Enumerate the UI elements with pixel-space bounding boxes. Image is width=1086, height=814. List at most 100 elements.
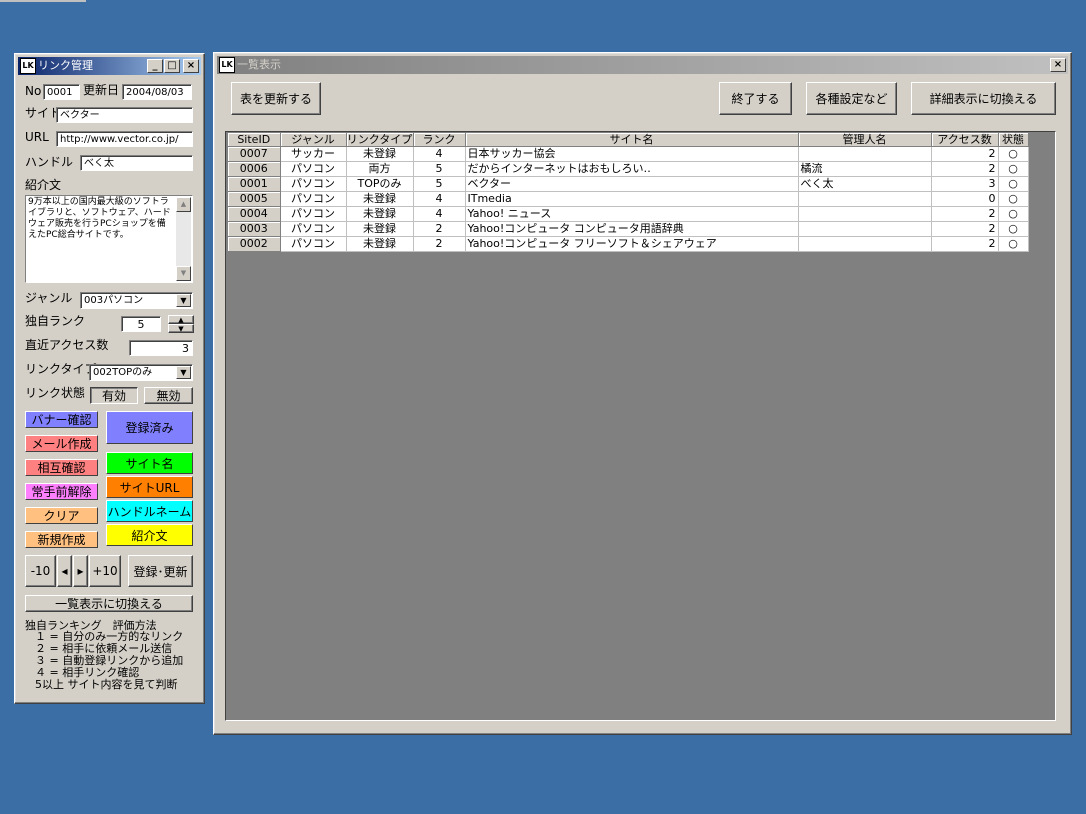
column-header[interactable]: リンクタイプ xyxy=(346,133,414,147)
status-label: リンク状態 xyxy=(25,386,86,400)
release-button[interactable]: 常手前解除 xyxy=(25,483,98,500)
column-header[interactable]: ジャンル xyxy=(280,133,347,147)
cell-name: Yahoo!コンピュータ コンピュータ用語辞典 xyxy=(465,221,799,237)
handle-label: ハンドル xyxy=(25,155,74,169)
minus10-button[interactable]: -10 xyxy=(25,555,56,587)
close-button[interactable]: × xyxy=(183,59,199,73)
column-header[interactable]: サイト名 xyxy=(465,133,799,147)
registered-button[interactable]: 登録済み xyxy=(106,411,193,444)
cell-state: ○ xyxy=(998,236,1029,252)
status-valid-button[interactable]: 有効 xyxy=(90,387,138,404)
genre-select[interactable]: 003パソコン ▼ xyxy=(80,292,193,309)
settings-button[interactable]: 各種設定など xyxy=(806,82,897,115)
column-header[interactable]: 管理人名 xyxy=(798,133,932,147)
link-manager-titlebar[interactable]: LK リンク管理 _ □ × xyxy=(18,57,201,75)
column-header[interactable]: アクセス数 xyxy=(931,133,999,147)
cell-type: 未登録 xyxy=(346,236,414,252)
table-row[interactable]: 0007 サッカー 未登録 4 日本サッカー協会 2 ○ xyxy=(228,146,1029,162)
cell-type: 未登録 xyxy=(346,206,414,222)
refresh-table-button[interactable]: 表を更新する xyxy=(231,82,321,115)
linktype-select[interactable]: 002TOPのみ ▼ xyxy=(89,364,193,381)
site-name-button[interactable]: サイト名 xyxy=(106,452,193,474)
ranking-line-5: 5以上 サイト内容を見て判断 xyxy=(35,678,178,691)
intro-button[interactable]: 紹介文 xyxy=(106,524,193,546)
mail-create-button[interactable]: メール作成 xyxy=(25,435,98,452)
mutual-check-button[interactable]: 相互確認 xyxy=(25,459,98,476)
cell-access: 2 xyxy=(931,206,999,222)
genre-value: 003パソコン xyxy=(84,295,144,306)
cell-admin xyxy=(798,236,932,252)
cell-access: 2 xyxy=(931,221,999,237)
cell-state: ○ xyxy=(998,161,1029,177)
next-button[interactable]: ▸ xyxy=(73,555,88,587)
prev-button[interactable]: ◂ xyxy=(57,555,72,587)
no-field[interactable]: 0001 xyxy=(43,84,80,100)
handle-field[interactable]: べく太 xyxy=(80,155,193,171)
scroll-down-icon[interactable]: ▼ xyxy=(176,266,191,281)
cell-id: 0004 xyxy=(228,206,281,222)
cell-rank: 4 xyxy=(413,191,466,207)
cell-id: 0002 xyxy=(228,236,281,252)
switch-list-button[interactable]: 一覧表示に切換える xyxy=(25,595,193,612)
table-row[interactable]: 0004 パソコン 未登録 4 Yahoo! ニュース 2 ○ xyxy=(228,206,1029,222)
access-label: 直近アクセス数 xyxy=(25,338,109,352)
intro-label: 紹介文 xyxy=(25,178,62,192)
table-row[interactable]: 0002 パソコン 未登録 2 Yahoo!コンピュータ フリーソフト＆シェアウェア 2 ○ xyxy=(228,236,1029,252)
cell-type: 未登録 xyxy=(346,191,414,207)
handle-name-button[interactable]: ハンドルネーム xyxy=(106,500,193,522)
rank-field[interactable]: 5 xyxy=(121,316,161,332)
genre-label: ジャンル xyxy=(25,291,73,305)
chevron-down-icon[interactable]: ▼ xyxy=(176,366,191,379)
column-header[interactable]: SiteID xyxy=(228,133,281,147)
cell-rank: 5 xyxy=(413,176,466,192)
clear-button[interactable]: クリア xyxy=(25,507,98,524)
status-invalid-button[interactable]: 無効 xyxy=(144,387,193,404)
cell-admin: 橘流 xyxy=(798,161,932,177)
cell-id: 0006 xyxy=(228,161,281,177)
minimize-button[interactable]: _ xyxy=(147,59,163,73)
cell-state: ○ xyxy=(998,176,1029,192)
register-update-button[interactable]: 登録･更新 xyxy=(128,555,193,587)
intro-text: 9万本以上の国内最大級のソフトライブラリと、ソフトウェア、ハードウェア販売を行う… xyxy=(28,197,171,240)
url-field[interactable]: http://www.vector.co.jp/ xyxy=(56,131,193,147)
scroll-up-icon[interactable]: ▲ xyxy=(176,197,191,212)
url-label: URL xyxy=(25,130,49,144)
rank-down-button[interactable]: ▼ xyxy=(168,324,194,333)
table-row[interactable]: 0003 パソコン 未登録 2 Yahoo!コンピュータ コンピュータ用語辞典 2 ○ xyxy=(228,221,1029,237)
table-row[interactable]: 0005 パソコン 未登録 4 ITmedia 0 ○ xyxy=(228,191,1029,207)
intro-scrollbar[interactable]: ▲ ▼ xyxy=(176,197,191,281)
cell-genre: パソコン xyxy=(280,236,347,252)
cell-access: 3 xyxy=(931,176,999,192)
cell-genre: サッカー xyxy=(280,146,347,162)
site-url-button[interactable]: サイトURL xyxy=(106,476,193,498)
table-row[interactable]: 0001 パソコン TOPのみ 5 ベクター べく太 3 ○ xyxy=(228,176,1029,192)
new-create-button[interactable]: 新規作成 xyxy=(25,531,98,548)
column-header[interactable]: 状態 xyxy=(998,133,1029,147)
cell-id: 0005 xyxy=(228,191,281,207)
cell-access: 2 xyxy=(931,161,999,177)
detail-view-button[interactable]: 詳細表示に切換える xyxy=(911,82,1056,115)
chevron-down-icon[interactable]: ▼ xyxy=(176,294,191,307)
cell-rank: 4 xyxy=(413,146,466,162)
updated-field[interactable]: 2004/08/03 xyxy=(122,84,192,100)
close-button[interactable]: × xyxy=(1050,58,1066,72)
table-row[interactable]: 0006 パソコン 両方 5 だからインターネットはおもしろい‥ 橘流 2 ○ xyxy=(228,161,1029,177)
cell-genre: パソコン xyxy=(280,191,347,207)
rank-value: 5 xyxy=(137,318,145,331)
cell-admin: べく太 xyxy=(798,176,932,192)
column-header[interactable]: ランク xyxy=(413,133,466,147)
site-list-grid[interactable]: SiteID ジャンル リンクタイプ ランク サイト名 管理人名 アクセス数 状態 0007 サ… xyxy=(225,131,1056,721)
rank-up-button[interactable]: ▲ xyxy=(168,315,194,324)
cell-state: ○ xyxy=(998,191,1029,207)
plus10-button[interactable]: +10 xyxy=(89,555,121,587)
access-field[interactable]: 3 xyxy=(129,340,193,356)
cell-genre: パソコン xyxy=(280,161,347,177)
cell-id: 0003 xyxy=(228,221,281,237)
exit-button[interactable]: 終了する xyxy=(719,82,792,115)
cell-name: 日本サッカー協会 xyxy=(465,146,799,162)
list-view-titlebar[interactable]: LK 一覧表示 × xyxy=(217,56,1068,74)
banner-check-button[interactable]: バナー確認 xyxy=(25,411,98,428)
maximize-button[interactable]: □ xyxy=(164,59,180,73)
site-field[interactable]: ベクター xyxy=(56,107,193,123)
intro-textarea[interactable]: 9万本以上の国内最大級のソフトライブラリと、ソフトウェア、ハードウェア販売を行う… xyxy=(25,195,193,283)
